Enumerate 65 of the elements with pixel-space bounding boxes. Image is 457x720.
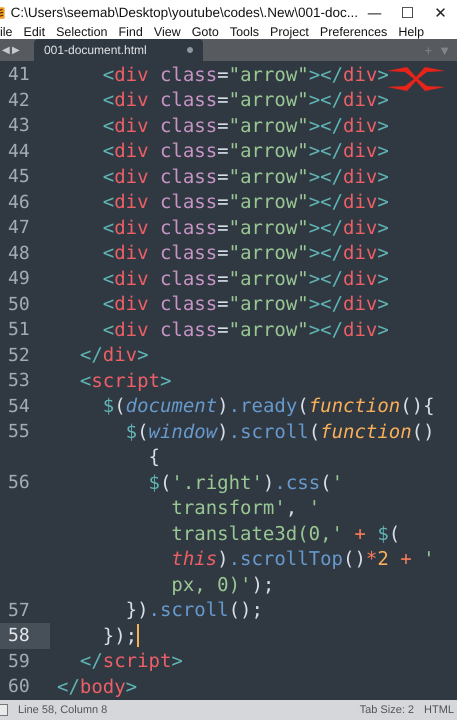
menu-item[interactable]: Help xyxy=(398,25,424,39)
code-line: <div class="arrow"></div> xyxy=(102,216,389,239)
maximize-button[interactable]: ☐ xyxy=(391,0,424,25)
file-tab[interactable]: 001-document.html xyxy=(34,39,203,61)
line-number: 55 xyxy=(8,421,30,442)
code-line: <div class="arrow"></div> xyxy=(102,64,389,86)
code-line: <div class="arrow"></div> xyxy=(102,268,389,290)
code-line: <div class="arrow"></div> xyxy=(102,191,389,214)
line-number: 56 xyxy=(8,472,30,494)
line-number: 54 xyxy=(8,396,30,417)
menu-item[interactable]: Find xyxy=(118,25,143,39)
code-line: $(document).ready(function(){ xyxy=(102,395,435,418)
line-number: 47 xyxy=(8,217,30,238)
close-button[interactable]: ✕ xyxy=(424,0,457,25)
code-line: <div class="arrow"></div> xyxy=(102,166,389,188)
code-line: { xyxy=(148,446,160,468)
code-line: <script> xyxy=(78,370,172,392)
code-line: </body> xyxy=(57,676,138,698)
code-line: </script> xyxy=(78,650,183,672)
code-line: this).scrollTop()*2 + ' xyxy=(170,548,435,570)
line-number: 45 xyxy=(8,166,30,188)
line-number: 59 xyxy=(8,650,30,672)
cursor-position: Line 58, Column 8 xyxy=(18,704,108,716)
menu-item[interactable]: Goto xyxy=(192,25,219,39)
line-number: 50 xyxy=(8,294,30,315)
code-line: }).scroll(); xyxy=(124,599,263,622)
code-line: transform', ' xyxy=(170,497,320,520)
line-number: 49 xyxy=(8,268,30,290)
code-line: $(window).scroll(function() xyxy=(124,420,435,443)
line-number: 46 xyxy=(8,192,30,213)
code-line: }); xyxy=(102,624,140,648)
code-line: <div class="arrow"></div> xyxy=(102,318,389,341)
menu-item[interactable]: Preferences xyxy=(320,25,388,39)
line-number: 51 xyxy=(8,319,30,340)
code-line: <div class="arrow"></div> xyxy=(102,293,389,316)
minimize-button[interactable]: — xyxy=(358,0,392,25)
code-line: $('.right').css(' xyxy=(148,472,344,494)
syntax-mode[interactable]: HTML xyxy=(424,704,454,716)
menu-item[interactable]: Tools xyxy=(230,25,259,39)
code-line: <div class="arrow"></div> xyxy=(102,140,389,162)
line-number: 58 xyxy=(8,625,30,646)
code-line: translate3d(0,' + $( xyxy=(170,522,400,545)
tab-size[interactable]: Tab Size: 2 xyxy=(360,704,414,716)
menu-item[interactable]: Selection xyxy=(56,25,108,39)
line-number: 48 xyxy=(8,242,30,264)
line-number: 43 xyxy=(8,115,30,136)
line-number: 52 xyxy=(8,344,30,366)
tab-nav-button[interactable]: ◀ xyxy=(2,44,10,56)
menu-item[interactable]: ile xyxy=(0,25,13,39)
line-number: 57 xyxy=(8,600,30,621)
menu-item[interactable]: View xyxy=(154,25,181,39)
line-number: 44 xyxy=(8,140,30,162)
line-number: 60 xyxy=(8,676,30,698)
menu-item[interactable]: Project xyxy=(270,25,309,39)
line-number: 53 xyxy=(8,370,30,392)
code-line: <div class="arrow"></div> xyxy=(102,114,389,137)
line-number: 42 xyxy=(8,90,30,111)
menu-item[interactable]: Edit xyxy=(24,25,46,39)
code-line: </div> xyxy=(78,344,149,366)
line-number: 41 xyxy=(8,64,30,86)
code-line: <div class="arrow"></div> xyxy=(102,242,389,264)
tab-nav-button[interactable]: ▶ xyxy=(12,44,20,56)
code-line: px, 0)'); xyxy=(170,574,274,596)
window-title: C:\Users\seemab\Desktop\youtube\codes\.New\001-doc... xyxy=(10,5,358,20)
code-line: <div class="arrow"></div> xyxy=(102,89,389,112)
